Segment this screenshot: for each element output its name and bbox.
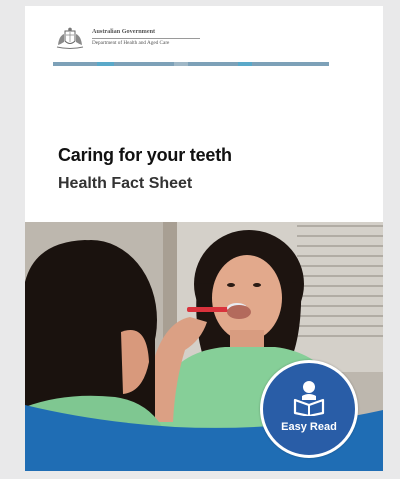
document-subtitle: Health Fact Sheet: [58, 175, 193, 192]
fact-sheet-cover: Australian Government Department of Heal…: [25, 6, 383, 471]
government-wordmark: Australian Government Department of Heal…: [92, 28, 200, 46]
easy-read-badge: Easy Read: [260, 360, 358, 458]
reading-person-icon: [293, 381, 325, 416]
coat-of-arms-icon: [56, 27, 84, 49]
easy-read-label: Easy Read: [281, 421, 337, 433]
header-stripe: [53, 62, 329, 66]
org-line-1: Australian Government: [92, 28, 156, 35]
document-title: Caring for your teeth: [58, 145, 232, 165]
wordmark-divider: [92, 37, 200, 39]
org-line-2: Department of Health and Aged Care: [92, 39, 170, 46]
